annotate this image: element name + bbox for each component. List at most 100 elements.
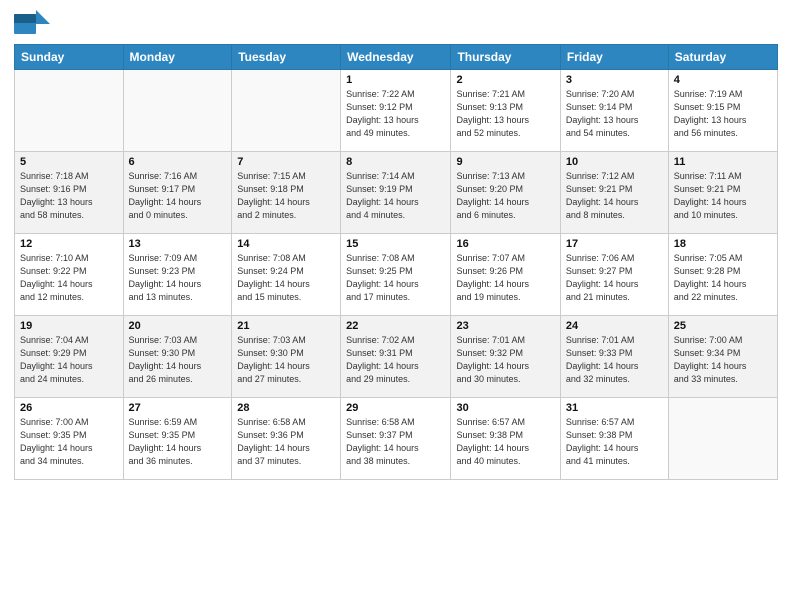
calendar-cell: 22 Sunrise: 7:02 AM Sunset: 9:31 PM Dayli… — [341, 316, 451, 398]
calendar-cell: 2 Sunrise: 7:21 AM Sunset: 9:13 PM Daylig… — [451, 70, 560, 152]
calendar-cell: 17 Sunrise: 7:06 AM Sunset: 9:27 PM Dayli… — [560, 234, 668, 316]
weekday-header-monday: Monday — [123, 45, 232, 70]
calendar-cell — [232, 70, 341, 152]
calendar-cell: 10 Sunrise: 7:12 AM Sunset: 9:21 PM Dayli… — [560, 152, 668, 234]
day-info: Sunrise: 6:57 AM Sunset: 9:38 PM Dayligh… — [566, 416, 663, 468]
calendar-cell: 4 Sunrise: 7:19 AM Sunset: 9:15 PM Daylig… — [668, 70, 777, 152]
calendar-cell: 16 Sunrise: 7:07 AM Sunset: 9:26 PM Dayli… — [451, 234, 560, 316]
calendar-row-3: 19Sunrise: 7:04 AM Sunset: 9:29 PM Dayli… — [15, 316, 778, 398]
day-info: Sunrise: 7:08 AM Sunset: 9:25 PM Dayligh… — [346, 252, 445, 304]
calendar-row-4: 26 Sunrise: 7:00 AM Sunset: 9:35 PM Dayli… — [15, 398, 778, 480]
day-number: 22 — [346, 320, 445, 332]
day-info: Sunrise: 7:14 AM Sunset: 9:19 PM Dayligh… — [346, 170, 445, 222]
day-number: 8 — [346, 156, 445, 168]
calendar-cell: 21Sunrise: 7:03 AM Sunset: 9:30 PM Dayli… — [232, 316, 341, 398]
weekday-header-saturday: Saturday — [668, 45, 777, 70]
calendar-row-2: 12Sunrise: 7:10 AM Sunset: 9:22 PM Dayli… — [15, 234, 778, 316]
day-number: 28 — [237, 402, 335, 414]
day-info: Sunrise: 7:13 AM Sunset: 9:20 PM Dayligh… — [456, 170, 554, 222]
day-number: 5 — [20, 156, 118, 168]
day-number: 26 — [20, 402, 118, 414]
weekday-header-row: SundayMondayTuesdayWednesdayThursdayFrid… — [15, 45, 778, 70]
day-number: 16 — [456, 238, 554, 250]
calendar-cell: 15 Sunrise: 7:08 AM Sunset: 9:25 PM Dayli… — [341, 234, 451, 316]
day-number: 20 — [129, 320, 227, 332]
day-number: 2 — [456, 74, 554, 86]
day-number: 14 — [237, 238, 335, 250]
day-number: 29 — [346, 402, 445, 414]
day-info: Sunrise: 7:11 AM Sunset: 9:21 PM Dayligh… — [674, 170, 772, 222]
weekday-header-sunday: Sunday — [15, 45, 124, 70]
day-number: 31 — [566, 402, 663, 414]
calendar-cell: 23Sunrise: 7:01 AM Sunset: 9:32 PM Dayli… — [451, 316, 560, 398]
calendar-cell: 6 Sunrise: 7:16 AM Sunset: 9:17 PM Daylig… — [123, 152, 232, 234]
day-info: Sunrise: 7:19 AM Sunset: 9:15 PM Dayligh… — [674, 88, 772, 140]
header — [14, 10, 778, 38]
weekday-header-wednesday: Wednesday — [341, 45, 451, 70]
calendar-cell: 18Sunrise: 7:05 AM Sunset: 9:28 PM Dayli… — [668, 234, 777, 316]
day-number: 25 — [674, 320, 772, 332]
calendar-cell: 3 Sunrise: 7:20 AM Sunset: 9:14 PM Daylig… — [560, 70, 668, 152]
weekday-header-thursday: Thursday — [451, 45, 560, 70]
calendar-cell: 29 Sunrise: 6:58 AM Sunset: 9:37 PM Dayli… — [341, 398, 451, 480]
day-info: Sunrise: 7:07 AM Sunset: 9:26 PM Dayligh… — [456, 252, 554, 304]
day-info: Sunrise: 7:21 AM Sunset: 9:13 PM Dayligh… — [456, 88, 554, 140]
day-info: Sunrise: 7:06 AM Sunset: 9:27 PM Dayligh… — [566, 252, 663, 304]
calendar-cell: 24Sunrise: 7:01 AM Sunset: 9:33 PM Dayli… — [560, 316, 668, 398]
day-number: 6 — [129, 156, 227, 168]
day-number: 9 — [456, 156, 554, 168]
day-number: 15 — [346, 238, 445, 250]
calendar-cell: 19Sunrise: 7:04 AM Sunset: 9:29 PM Dayli… — [15, 316, 124, 398]
calendar-cell: 27 Sunrise: 6:59 AM Sunset: 9:35 PM Dayli… — [123, 398, 232, 480]
calendar-cell — [668, 398, 777, 480]
calendar-cell: 13 Sunrise: 7:09 AM Sunset: 9:23 PM Dayli… — [123, 234, 232, 316]
logo — [14, 10, 52, 38]
day-info: Sunrise: 6:57 AM Sunset: 9:38 PM Dayligh… — [456, 416, 554, 468]
calendar-cell: 11 Sunrise: 7:11 AM Sunset: 9:21 PM Dayli… — [668, 152, 777, 234]
calendar-cell: 30 Sunrise: 6:57 AM Sunset: 9:38 PM Dayli… — [451, 398, 560, 480]
calendar-table: SundayMondayTuesdayWednesdayThursdayFrid… — [14, 44, 778, 480]
day-info: Sunrise: 7:03 AM Sunset: 9:30 PM Dayligh… — [237, 334, 335, 386]
day-number: 19 — [20, 320, 118, 332]
day-number: 18 — [674, 238, 772, 250]
day-info: Sunrise: 7:09 AM Sunset: 9:23 PM Dayligh… — [129, 252, 227, 304]
calendar-cell: 20Sunrise: 7:03 AM Sunset: 9:30 PM Dayli… — [123, 316, 232, 398]
day-number: 7 — [237, 156, 335, 168]
calendar-cell — [123, 70, 232, 152]
day-info: Sunrise: 6:59 AM Sunset: 9:35 PM Dayligh… — [129, 416, 227, 468]
calendar-cell: 28 Sunrise: 6:58 AM Sunset: 9:36 PM Dayli… — [232, 398, 341, 480]
calendar-cell: 14 Sunrise: 7:08 AM Sunset: 9:24 PM Dayli… — [232, 234, 341, 316]
day-number: 11 — [674, 156, 772, 168]
weekday-header-tuesday: Tuesday — [232, 45, 341, 70]
day-info: Sunrise: 7:08 AM Sunset: 9:24 PM Dayligh… — [237, 252, 335, 304]
day-info: Sunrise: 7:22 AM Sunset: 9:12 PM Dayligh… — [346, 88, 445, 140]
day-number: 10 — [566, 156, 663, 168]
page: SundayMondayTuesdayWednesdayThursdayFrid… — [0, 0, 792, 612]
calendar-cell: 7 Sunrise: 7:15 AM Sunset: 9:18 PM Daylig… — [232, 152, 341, 234]
day-info: Sunrise: 7:20 AM Sunset: 9:14 PM Dayligh… — [566, 88, 663, 140]
calendar-cell: 31 Sunrise: 6:57 AM Sunset: 9:38 PM Dayli… — [560, 398, 668, 480]
day-number: 1 — [346, 74, 445, 86]
day-number: 24 — [566, 320, 663, 332]
calendar-cell: 25Sunrise: 7:00 AM Sunset: 9:34 PM Dayli… — [668, 316, 777, 398]
day-number: 3 — [566, 74, 663, 86]
day-info: Sunrise: 6:58 AM Sunset: 9:36 PM Dayligh… — [237, 416, 335, 468]
day-info: Sunrise: 7:15 AM Sunset: 9:18 PM Dayligh… — [237, 170, 335, 222]
calendar-cell: 5Sunrise: 7:18 AM Sunset: 9:16 PM Daylig… — [15, 152, 124, 234]
day-number: 30 — [456, 402, 554, 414]
day-number: 13 — [129, 238, 227, 250]
calendar-cell: 1 Sunrise: 7:22 AM Sunset: 9:12 PM Daylig… — [341, 70, 451, 152]
day-number: 17 — [566, 238, 663, 250]
calendar-cell — [15, 70, 124, 152]
calendar-cell: 26 Sunrise: 7:00 AM Sunset: 9:35 PM Dayli… — [15, 398, 124, 480]
day-info: Sunrise: 7:02 AM Sunset: 9:31 PM Dayligh… — [346, 334, 445, 386]
day-info: Sunrise: 7:00 AM Sunset: 9:35 PM Dayligh… — [20, 416, 118, 468]
day-number: 12 — [20, 238, 118, 250]
day-info: Sunrise: 7:12 AM Sunset: 9:21 PM Dayligh… — [566, 170, 663, 222]
day-info: Sunrise: 6:58 AM Sunset: 9:37 PM Dayligh… — [346, 416, 445, 468]
day-info: Sunrise: 7:16 AM Sunset: 9:17 PM Dayligh… — [129, 170, 227, 222]
weekday-header-friday: Friday — [560, 45, 668, 70]
day-number: 27 — [129, 402, 227, 414]
calendar-cell: 9 Sunrise: 7:13 AM Sunset: 9:20 PM Daylig… — [451, 152, 560, 234]
day-number: 4 — [674, 74, 772, 86]
